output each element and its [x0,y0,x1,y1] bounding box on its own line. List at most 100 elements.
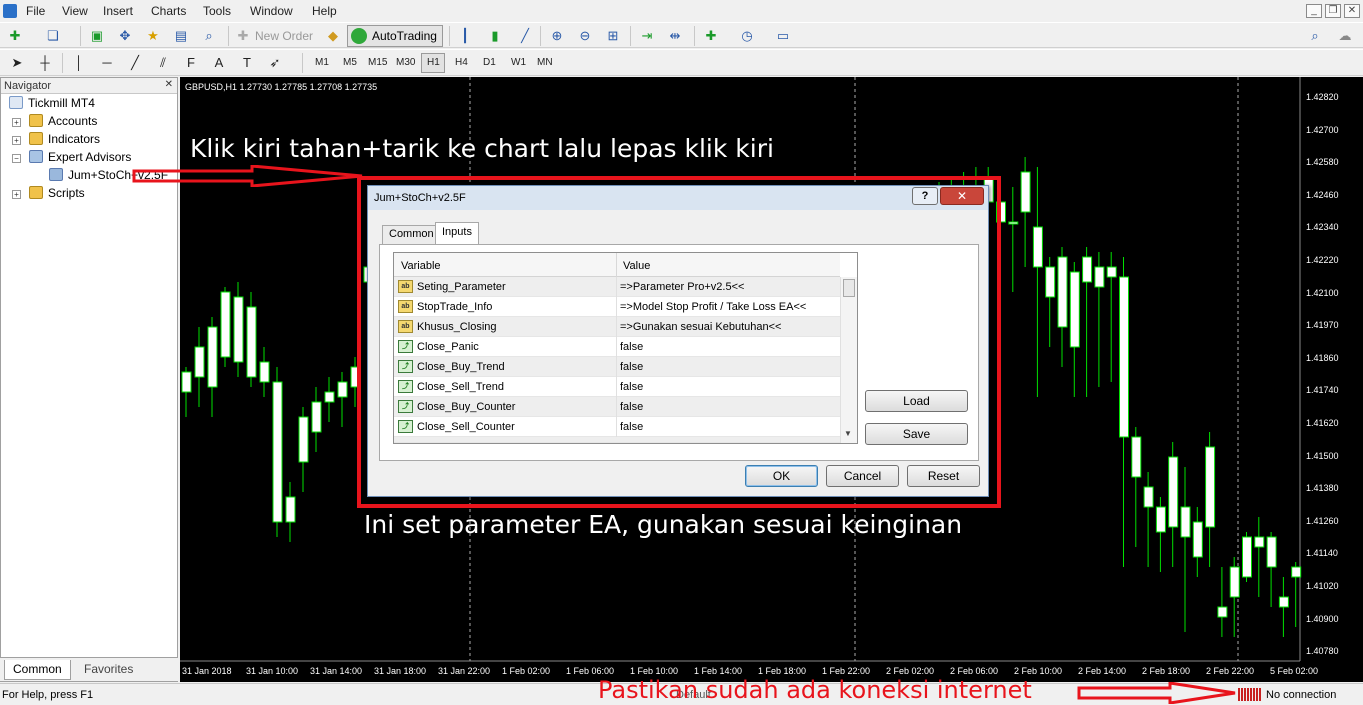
arrows-icon[interactable]: ➶ [266,54,284,72]
crosshair-icon[interactable]: ┼ [36,54,54,72]
col-variable-header[interactable]: Variable [401,260,441,272]
vertical-line-icon[interactable]: │ [70,54,88,72]
nav-scripts[interactable]: Scripts [29,186,85,200]
navigator-close-icon[interactable]: ✕ [165,79,173,90]
input-row[interactable]: ⤴ Close_Buy_Counter false [394,397,840,417]
text-icon[interactable]: A [210,54,228,72]
dialog-help-button[interactable]: ? [912,187,938,205]
input-row[interactable]: ab Khusus_Closing =>Gunakan sesuai Kebutuh… [394,317,840,337]
candle [259,347,270,397]
menu-view[interactable]: View [62,4,88,18]
new-order-icon[interactable]: ✚ [234,27,252,45]
input-row[interactable]: ab StopTrade_Info =>Model Stop Profit / Ta… [394,297,840,317]
nav-accounts[interactable]: Accounts [29,114,97,128]
input-value[interactable]: false [620,401,643,413]
zoom-in-icon[interactable]: ⊕ [548,27,566,45]
nav-indicators[interactable]: Indicators [29,132,100,146]
trendline-icon[interactable]: ╱ [126,54,144,72]
close-window-button[interactable]: ✕ [1344,4,1360,18]
text-label-icon[interactable]: T [238,54,256,72]
load-button[interactable]: Load [865,390,968,412]
timeframe-h1[interactable]: H1 [427,57,440,68]
chat-icon[interactable]: ☁ [1336,27,1354,45]
scroll-down-icon[interactable]: ▼ [844,429,852,438]
templates-icon[interactable]: ▭ [774,27,792,45]
menu-help[interactable]: Help [312,4,337,18]
periods-icon[interactable]: ◷ [738,27,756,45]
input-value[interactable]: false [620,381,643,393]
input-row[interactable]: ⤴ Close_Buy_Trend false [394,357,840,377]
dialog-tab-inputs[interactable]: Inputs [435,222,479,245]
candle [220,287,231,367]
cancel-button[interactable]: Cancel [826,465,899,487]
menu-charts[interactable]: Charts [151,4,186,18]
reset-button[interactable]: Reset [907,465,980,487]
search-icon[interactable]: ⌕ [1306,27,1324,45]
dialog-close-button[interactable]: ✕ [940,187,984,205]
expand-scripts-icon[interactable]: + [12,190,21,199]
timeframe-m30[interactable]: M30 [396,57,415,68]
input-row[interactable]: ⤴ Close_Panic false [394,337,840,357]
input-value[interactable]: =>Gunakan sesuai Kebutuhan<< [620,321,781,333]
timeframe-mn[interactable]: MN [537,57,553,68]
input-row[interactable]: ⤴ Close_Sell_Trend false [394,377,840,397]
timeframe-m1[interactable]: M1 [315,57,329,68]
profiles-icon[interactable]: ❏ [44,27,62,45]
candlestick-icon[interactable]: ▮ [486,27,504,45]
timeframe-m5[interactable]: M5 [343,57,357,68]
nav-expert-advisors[interactable]: Expert Advisors [29,150,131,164]
expand-accounts-icon[interactable]: + [12,118,21,127]
input-row[interactable]: ⤴ Close_Sell_Counter false [394,417,840,437]
strategy-tester-icon[interactable]: ⌕ [200,27,218,45]
timeframe-d1[interactable]: D1 [483,57,496,68]
input-row[interactable]: ab Seting_Parameter =>Parameter Pro+v2.5<< [394,277,840,297]
save-button[interactable]: Save [865,423,968,445]
channel-icon[interactable]: ⫽ [154,54,172,72]
col-value-header[interactable]: Value [623,260,650,272]
candle [1254,517,1265,597]
timeframe-m15[interactable]: M15 [368,57,387,68]
fibonacci-icon[interactable]: F [182,54,200,72]
line-chart-icon[interactable]: ╱ [516,27,534,45]
grid-scrollbar[interactable]: ▼ [840,277,857,443]
metaeditor-icon[interactable]: ◆ [324,27,342,45]
collapse-expert-advisors-icon[interactable]: − [12,154,21,163]
indicators-icon[interactable]: ✚ [702,27,720,45]
bar-chart-icon[interactable]: ┃ [456,27,474,45]
input-value[interactable]: false [620,341,643,353]
timeframe-h4[interactable]: H4 [455,57,468,68]
tile-windows-icon[interactable]: ⊞ [604,27,622,45]
autotrading-button[interactable]: AutoTrading [347,25,443,47]
terminal-icon[interactable]: ▤ [172,27,190,45]
dialog-tab-common[interactable]: Common [382,225,441,244]
input-value[interactable]: false [620,361,643,373]
inputs-grid[interactable]: Variable Value ab Seting_Parameter =>Param… [393,252,858,444]
restore-button[interactable]: ❐ [1325,4,1341,18]
nav-tab-favorites[interactable]: Favorites [76,660,141,680]
menu-window[interactable]: Window [250,4,293,18]
new-order-button[interactable]: New Order [255,29,313,43]
minimize-button[interactable]: _ [1306,4,1322,18]
menu-tools[interactable]: Tools [203,4,231,18]
menu-insert[interactable]: Insert [103,4,133,18]
market-watch-icon[interactable]: ▣ [88,27,106,45]
navigator-icon[interactable]: ★ [144,27,162,45]
data-window-icon[interactable]: ✥ [116,27,134,45]
timeframe-w1[interactable]: W1 [511,57,526,68]
ok-button[interactable]: OK [745,465,818,487]
nav-tab-common[interactable]: Common [4,660,71,680]
price-axis-label: 1.42700 [1306,124,1339,135]
new-chart-icon[interactable]: ✚ [6,27,24,45]
nav-root[interactable]: Tickmill MT4 [9,96,95,110]
menu-file[interactable]: File [26,4,45,18]
zoom-out-icon[interactable]: ⊖ [576,27,594,45]
input-value[interactable]: =>Model Stop Profit / Take Loss EA<< [620,301,806,313]
expand-indicators-icon[interactable]: + [12,136,21,145]
chart-shift-icon[interactable]: ⇹ [666,27,684,45]
horizontal-line-icon[interactable]: ─ [98,54,116,72]
input-value[interactable]: =>Parameter Pro+v2.5<< [620,281,744,293]
input-value[interactable]: false [620,421,643,433]
scroll-thumb[interactable] [843,279,855,297]
autoscroll-icon[interactable]: ⇥ [638,27,656,45]
cursor-icon[interactable]: ➤ [8,54,26,72]
